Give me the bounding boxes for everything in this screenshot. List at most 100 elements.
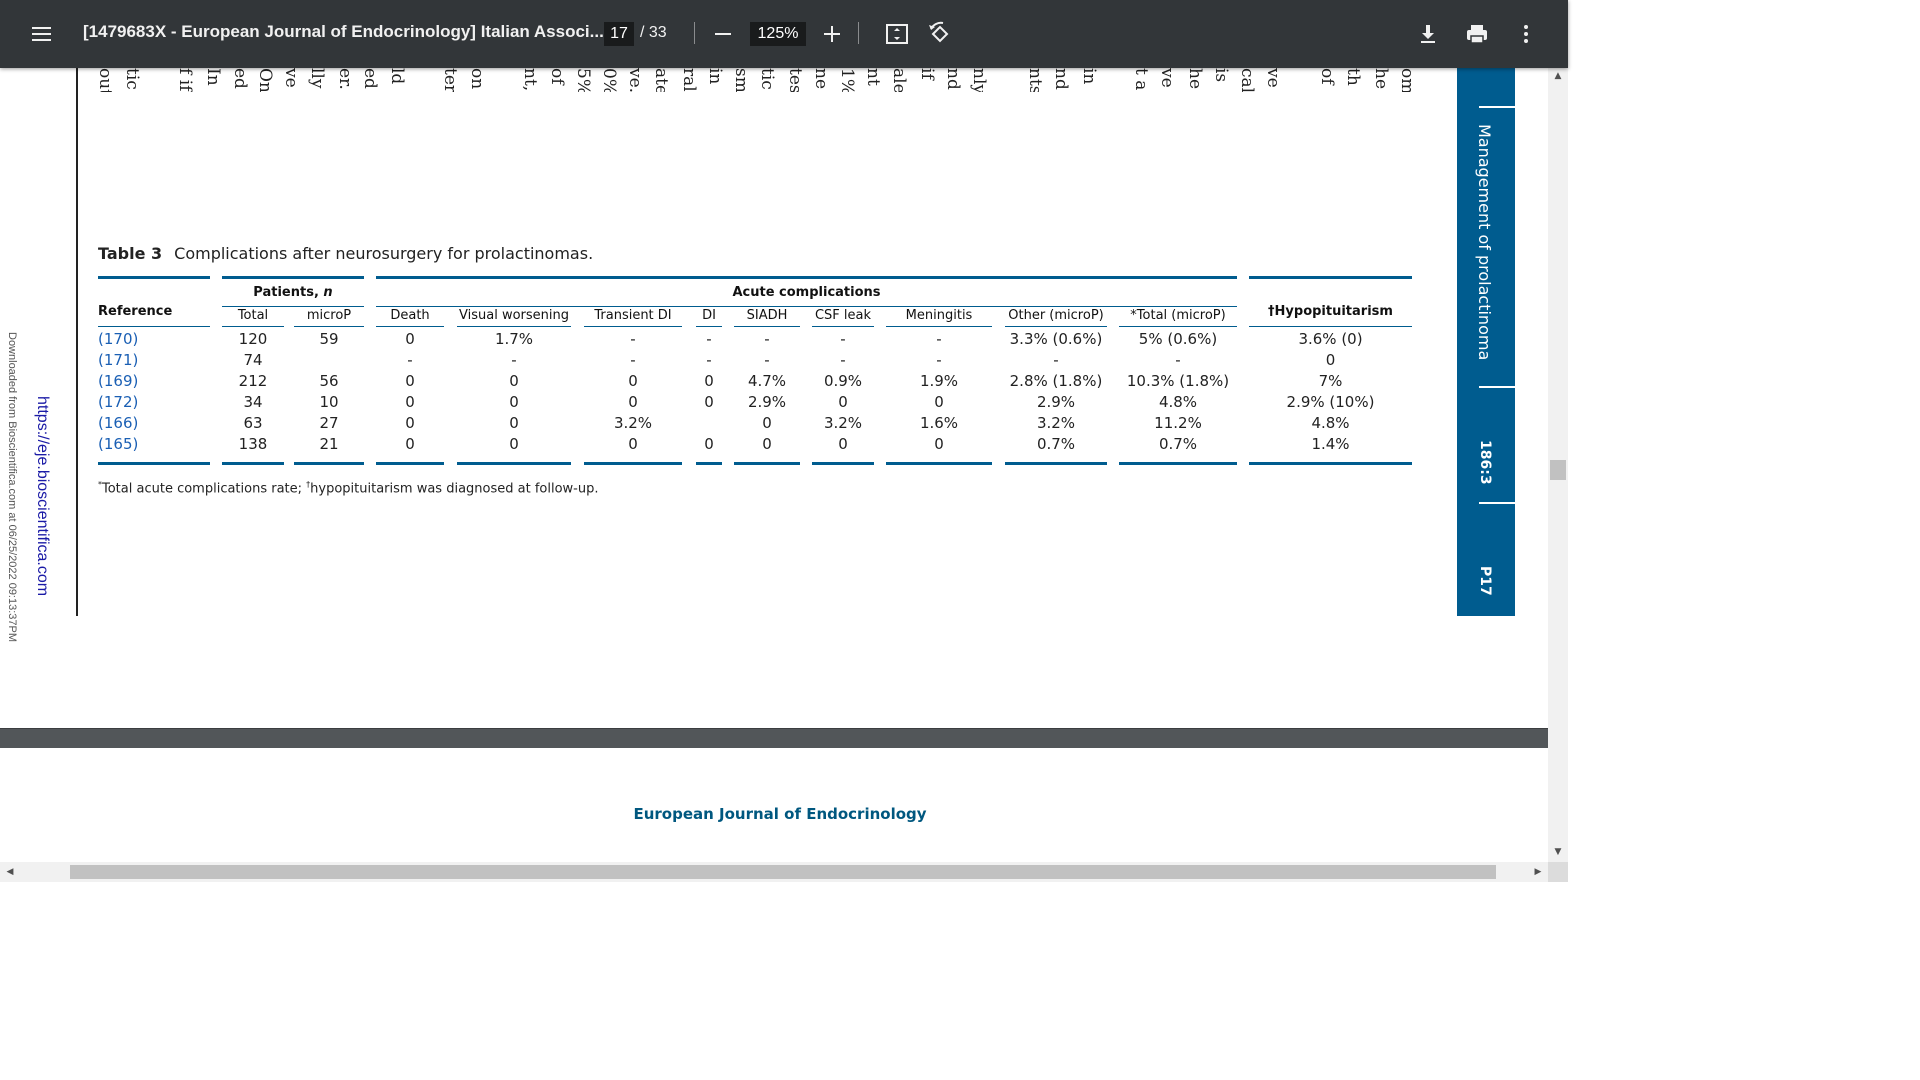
fit-page-icon[interactable] (881, 18, 913, 50)
table-cell: 0 (405, 435, 415, 453)
reference-link[interactable]: (166) (98, 414, 138, 432)
rotated-text-fragment: nts (1025, 68, 1045, 92)
table-cell: 4.8% (1311, 414, 1350, 432)
table-cell: 1.7% (494, 330, 534, 348)
rotated-text-fragment: nt (863, 68, 883, 86)
side-tab-title: Management of prolactinoma (1475, 124, 1494, 361)
rotated-text-fragment: ve (1157, 68, 1177, 88)
table-cell: 3.2% (1036, 414, 1076, 432)
side-tab-page: P17 (1477, 566, 1493, 596)
menu-icon[interactable] (22, 16, 60, 52)
zoom-out-button[interactable] (708, 18, 738, 50)
scroll-down-arrow[interactable]: ▼ (1548, 844, 1568, 860)
table-caption-label: Table 3 (98, 244, 163, 263)
rotated-text-fragment: er. (335, 68, 355, 90)
table-cell: - (936, 330, 942, 348)
table-cell: 11.2% (1154, 414, 1202, 432)
column-header: Total (237, 308, 269, 323)
table-cell: 0 (628, 393, 638, 411)
table-cell: 0 (1325, 351, 1336, 369)
more-options-icon[interactable] (1510, 18, 1542, 50)
rotated-text-fragment: 0% (599, 68, 619, 92)
toolbar-divider (858, 22, 859, 44)
table-cell: 0 (934, 435, 944, 453)
download-icon[interactable] (1412, 18, 1444, 50)
table-cell: 212 (238, 372, 268, 390)
table-caption: Table 3 Complications after neurosurgery … (98, 244, 593, 263)
rotated-text-fragment: 1% (837, 68, 857, 92)
zoom-in-button[interactable] (817, 18, 847, 50)
reference-header: Reference (98, 304, 173, 319)
patients-group-header: Patients, n (222, 285, 364, 300)
scroll-up-arrow[interactable]: ▲ (1548, 68, 1568, 84)
side-tab-rule (1479, 386, 1515, 388)
table-cell: 0 (838, 435, 848, 453)
table-cell: 4.8% (1158, 393, 1198, 411)
header-underline (1005, 326, 1107, 327)
rotated-text-fragment: of (547, 68, 567, 85)
table-row-reference: (169) (98, 372, 138, 390)
footnote-text: Total acute complications rate; (102, 481, 307, 497)
rotated-text-fragment: ed (360, 68, 380, 89)
zoom-level-input[interactable]: 125% (750, 22, 806, 46)
reference-link[interactable]: (171) (98, 351, 138, 369)
vertical-scrollbar[interactable]: ▲ ▼ (1548, 68, 1568, 862)
pdf-viewer[interactable]: out tic f if In ed On ve lly er. ed ld ter on nt, of 5%… (0, 68, 1548, 864)
table-cell: - (407, 351, 413, 369)
rotated-text-fragment: ale (889, 68, 909, 92)
group-underline (376, 306, 1237, 307)
table-cell: 0 (704, 393, 714, 411)
scroll-left-arrow[interactable]: ◀ (0, 864, 20, 880)
table-cell: 0.9% (823, 372, 863, 390)
table-cell: - (706, 330, 712, 348)
rotated-text-fragment: is (1211, 68, 1231, 83)
vertical-scroll-thumb[interactable] (1550, 460, 1566, 480)
column-header: SIADH (746, 308, 788, 323)
rotated-text-fragment: sm (731, 68, 751, 92)
table-cell: 5% (0.6%) (1138, 330, 1218, 348)
next-pdf-page: European Journal of Endocrinology (0, 749, 1548, 864)
table-cell: 1.6% (919, 414, 959, 432)
table-cell: 0 (509, 435, 519, 453)
table-cell: 3.6% (0) (1298, 330, 1363, 348)
rotated-text-fragment: ed (230, 68, 250, 89)
horizontal-scroll-thumb[interactable] (70, 865, 1496, 879)
rotated-text-fragment: in (1079, 68, 1099, 85)
rotated-text-fragment: out (95, 68, 115, 92)
side-tab-volume: 186:3 (1477, 440, 1493, 485)
table-cell: 0 (762, 414, 772, 432)
table-cell: 2.9% (747, 393, 787, 411)
table-cell: 3.2% (823, 414, 863, 432)
table-cell: 0 (762, 435, 772, 453)
table-cell: 74 (243, 351, 263, 369)
reference-link[interactable]: (165) (98, 435, 138, 453)
pdf-page: out tic f if In ed On ve lly er. ed ld ter on nt, of 5%… (0, 68, 1548, 728)
horizontal-scrollbar[interactable]: ◀ ▶ (0, 862, 1548, 882)
scroll-right-arrow[interactable]: ▶ (1528, 864, 1548, 880)
rotated-text-fragment: ter (440, 68, 460, 92)
group-underline (222, 306, 364, 307)
rotated-text-fragment: ate (651, 68, 671, 92)
table-bottom-rule (886, 462, 992, 465)
reference-link[interactable]: (172) (98, 393, 138, 411)
table-cell: 0 (509, 393, 519, 411)
table-cell: 0 (838, 393, 848, 411)
print-icon[interactable] (1461, 18, 1493, 50)
rotate-icon[interactable] (924, 18, 956, 50)
rotated-text-fragment: nd (1051, 68, 1071, 90)
reference-link[interactable]: (169) (98, 372, 138, 390)
rotated-text-fragment: ve (1263, 68, 1283, 88)
page-number-input[interactable]: 17 (604, 22, 634, 46)
table-cell: 10.3% (1.8%) (1126, 372, 1230, 390)
header-underline (457, 326, 571, 327)
header-underline (376, 326, 444, 327)
table-cell: 0 (628, 372, 638, 390)
pdf-toolbar: [1479683X - European Journal of Endocrin… (0, 0, 1568, 68)
journal-url-link[interactable]: https://eje.bioscientifica.com (33, 396, 51, 596)
reference-link[interactable]: (170) (98, 330, 138, 348)
hypopituitarism-header: †Hypopituitarism (1268, 304, 1393, 319)
table-cell: - (840, 351, 846, 369)
page-margin-rule (76, 68, 78, 616)
side-tab-rule (1479, 106, 1515, 108)
rotated-text-fragment: ve. (625, 68, 645, 92)
